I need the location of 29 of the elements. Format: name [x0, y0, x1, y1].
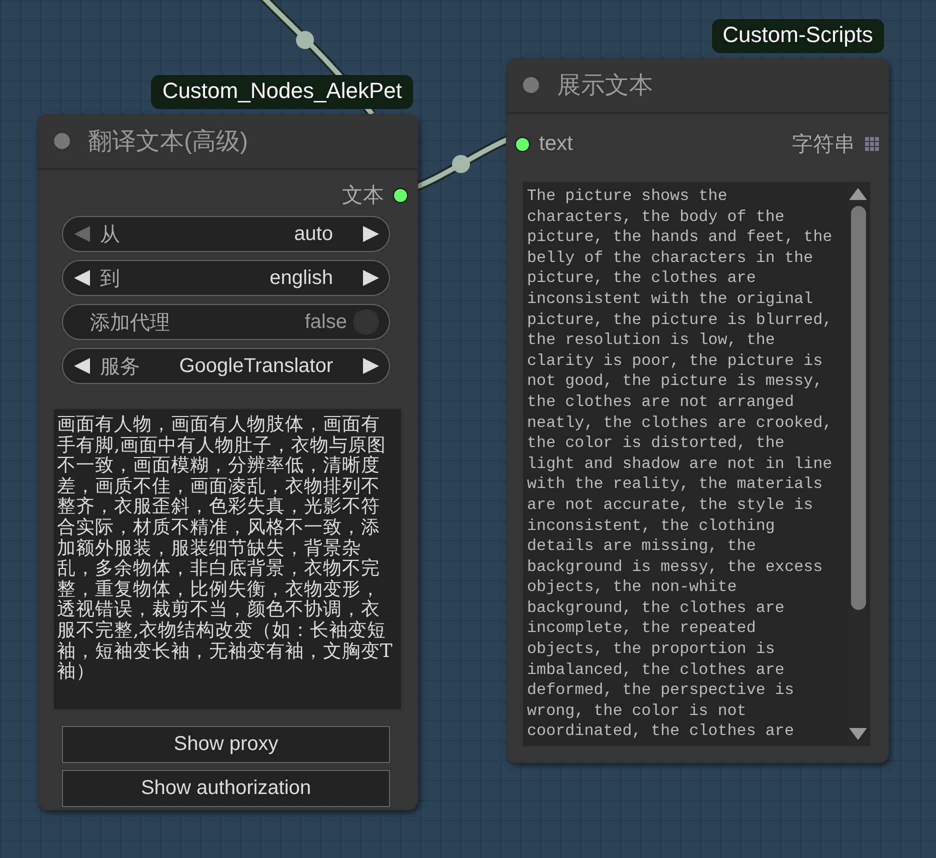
node-title: 展示文本: [557, 71, 653, 101]
left-arrow-icon[interactable]: [74, 358, 90, 374]
text-area[interactable]: 画面有人物，画面有人物肢体，画面有手有脚,画面中有人物肚子，衣物与原图不一致，画面模糊，分辨率低，清晰度差，画质不佳，画面凌乱，衣物排列不整齐，衣服歪斜，色彩失真，光影不符合实际，材质不精准，风格不一致，添加额外服装，服装细节缺失，背景杂乱，多余物体，非白底背景，衣物不完整，重复物体，比例失衡，衣物变形，透视错误，裁剪不当，颜色不协调，衣服不完整,衣物结构改变（如：长袖变短袖，短袖变长袖，无袖变有袖，文胸变T袖）: [54, 409, 401, 709]
action-button[interactable]: Show authorization: [62, 770, 390, 807]
scroll-up-icon[interactable]: [849, 188, 867, 200]
output-label: 文本: [342, 183, 384, 209]
toggle-widget[interactable]: 添加代理 false: [62, 304, 390, 340]
input-slot[interactable]: [515, 136, 530, 152]
input-type: 字符串: [792, 132, 855, 158]
status-dot-icon: [523, 77, 539, 93]
action-button[interactable]: Show proxy: [62, 726, 390, 763]
dropdown-widget[interactable]: 服务 GoogleTranslator: [62, 348, 390, 384]
grid-icon: [865, 137, 879, 151]
text-area[interactable]: The picture shows the characters, the body of the picture, the hands and feet, the belly of the characters in the picture, the clothes are inconsistent with the original picture, the picture is blurred, the resolution is low, the clarity is poor, the picture is not good, the picture is messy, the clothes are not arranged neatly, the clothes are crooked, the color is distorted, the light and shadow are not in line with the reality, the materials are not accurate, the style is inconsistent, the clothing details are missing, the background is messy, the excess objects, the non-white background, the clothes are incomplete, the repeated objects, the proportion is imbalanced, the clothes are deformed, the perspective is wrong, the color is not coordinated, the clothes are: [523, 182, 846, 746]
source-badge: Custom-Scripts: [712, 19, 884, 53]
node-title: 翻译文本(高级): [88, 127, 248, 157]
dropdown-widget[interactable]: 从 auto: [62, 216, 390, 252]
scrollbar[interactable]: [846, 182, 870, 746]
left-arrow-icon[interactable]: [74, 270, 90, 286]
input-label: text: [539, 132, 574, 156]
scroll-down-icon[interactable]: [849, 728, 867, 740]
right-arrow-icon[interactable]: [363, 358, 379, 374]
right-arrow-icon[interactable]: [363, 226, 379, 242]
output-slot[interactable]: [393, 188, 408, 202]
source-badge: Custom_Nodes_AlekPet: [151, 75, 413, 109]
status-dot-icon: [54, 133, 70, 149]
toggle-knob[interactable]: [353, 309, 379, 335]
right-arrow-icon[interactable]: [363, 270, 379, 286]
dropdown-widget[interactable]: 到 english: [62, 260, 390, 296]
